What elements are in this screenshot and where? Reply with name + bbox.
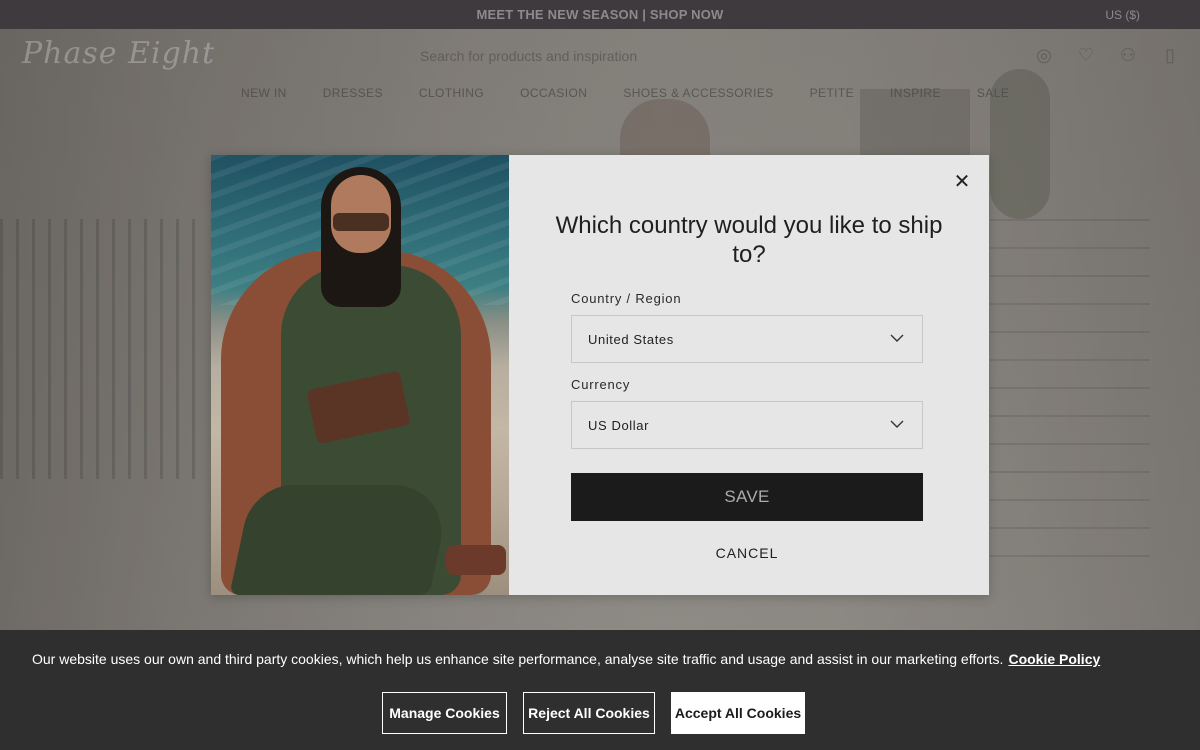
sunglasses-graphic [333,213,389,231]
currency-select[interactable]: US Dollar [571,401,923,449]
modal-title: Which country would you like to ship to? [555,212,943,268]
modal-form-panel: ✕ Which country would you like to ship t… [509,155,989,595]
manage-cookies-button[interactable]: Manage Cookies [382,692,507,734]
cancel-button[interactable]: CANCEL [571,545,923,561]
cookie-message-text: Our website uses our own and third party… [32,651,1004,667]
country-label: Country / Region [571,291,682,306]
close-icon[interactable]: ✕ [953,172,971,192]
currency-value: US Dollar [588,417,650,433]
currency-label: Currency [571,377,631,392]
shoe-graphic [446,545,506,575]
cookie-banner: Our website uses our own and third party… [0,630,1200,750]
trousers-graphic [229,485,453,595]
reject-all-cookies-button[interactable]: Reject All Cookies [523,692,655,734]
currency-selector[interactable]: US ($) [1105,8,1140,22]
announcement-bar: MEET THE NEW SEASON | SHOP NOW US ($) [0,0,1200,29]
shipping-country-modal: ✕ Which country would you like to ship t… [211,155,989,595]
chevron-down-icon [890,334,904,342]
announcement-link[interactable]: MEET THE NEW SEASON | SHOP NOW [0,7,1200,22]
save-button[interactable]: SAVE [571,473,923,521]
cookie-message: Our website uses our own and third party… [32,651,1100,667]
chevron-down-icon [890,420,904,428]
cookie-policy-link[interactable]: Cookie Policy [1008,651,1100,667]
accept-all-cookies-button[interactable]: Accept All Cookies [671,692,805,734]
country-value: United States [588,331,674,347]
modal-photo [211,155,509,595]
country-select[interactable]: United States [571,315,923,363]
